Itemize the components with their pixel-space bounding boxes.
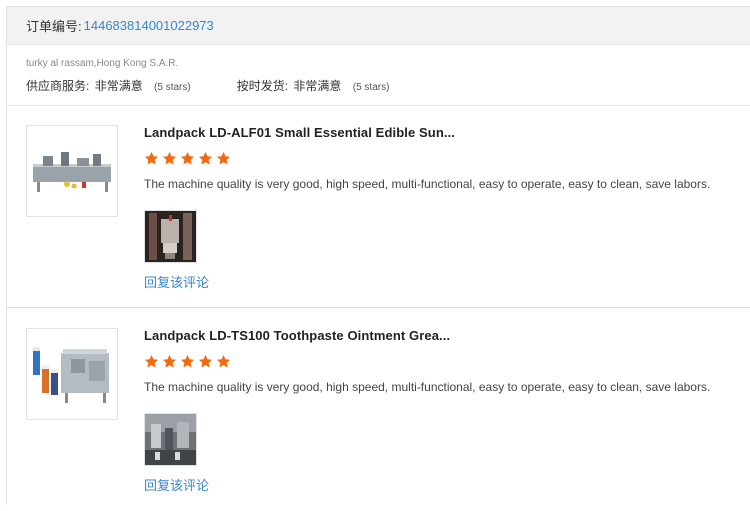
star-icon [180, 354, 195, 369]
reply-review-link[interactable]: 回复该评论 [144, 272, 209, 291]
order-number-link[interactable]: 144683814001022973 [84, 18, 214, 33]
machine-photo-image [145, 211, 196, 262]
machine-photo-image [145, 414, 196, 465]
order-header: 订单编号: 144683814001022973 [7, 7, 750, 45]
review-photo[interactable] [144, 210, 197, 263]
product-thumbnail[interactable] [26, 328, 118, 420]
product-title[interactable]: Landpack LD-ALF01 Small Essential Edible… [144, 125, 455, 140]
star-icon [198, 151, 213, 166]
star-icon [162, 354, 177, 369]
buyer-name: turky al rassam,Hong Kong S.A.R. [26, 58, 179, 69]
review-item: Landpack LD-ALF01 Small Essential Edible… [7, 106, 750, 308]
supplier-service-label: 供应商服务: [26, 79, 90, 93]
review-star-rating [144, 354, 234, 369]
product-thumbnail[interactable] [26, 125, 118, 217]
on-time-delivery-label: 按时发货: [236, 79, 289, 93]
review-photo[interactable] [144, 413, 197, 466]
star-icon [216, 151, 231, 166]
review-text: The machine quality is very good, high s… [144, 177, 711, 191]
supplier-service-stars: (5 stars) [154, 82, 191, 93]
buyer-info: turky al rassam,Hong Kong S.A.R. 供应商服务: … [7, 45, 750, 106]
supplier-service-rating: 供应商服务: 非常满意 (5 stars) [26, 77, 191, 94]
filling-machine-image [27, 126, 117, 216]
order-number-label: 订单编号: [26, 19, 82, 34]
star-icon [162, 151, 177, 166]
star-icon [144, 354, 159, 369]
on-time-delivery-stars: (5 stars) [352, 82, 390, 93]
review-text: The machine quality is very good, high s… [144, 380, 711, 394]
reply-review-link[interactable]: 回复该评论 [144, 475, 209, 494]
product-title[interactable]: Landpack LD-TS100 Toothpaste Ointment Gr… [144, 328, 450, 343]
on-time-delivery-value: 非常满意 [293, 79, 342, 93]
on-time-delivery-rating: 按时发货: 非常满意 (5 stars) [237, 77, 390, 94]
star-icon [144, 151, 159, 166]
seller-ratings: 供应商服务: 非常满意 (5 stars) 按时发货: 非常满意 (5 star… [26, 77, 750, 94]
star-icon [216, 354, 231, 369]
review-item: Landpack LD-TS100 Toothpaste Ointment Gr… [7, 309, 750, 511]
star-icon [198, 354, 213, 369]
supplier-service-value: 非常满意 [94, 79, 143, 93]
order-review-panel: 订单编号: 144683814001022973 turky al rassam… [6, 6, 750, 505]
star-icon [180, 151, 195, 166]
review-star-rating [144, 151, 234, 166]
tube-filling-machine-image [27, 329, 117, 419]
